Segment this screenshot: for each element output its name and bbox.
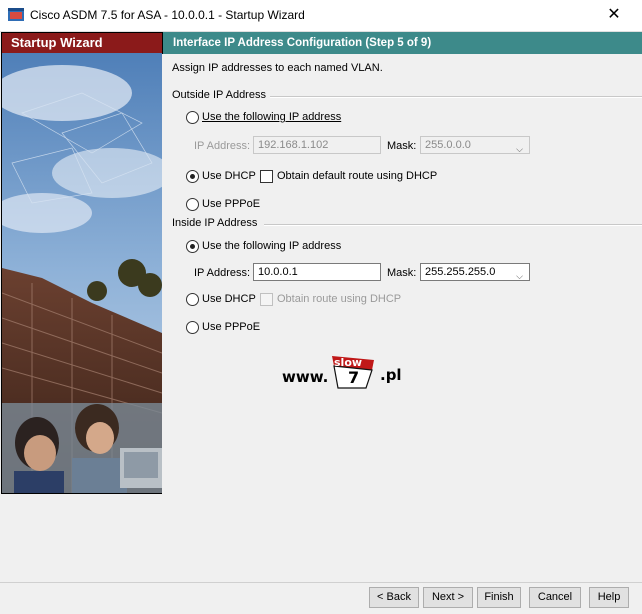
inside-mask-label: Mask: <box>387 267 417 279</box>
step-header: Interface IP Address Configuration (Step… <box>163 32 642 54</box>
inside-use-following-radio[interactable] <box>186 240 199 253</box>
cancel-button[interactable]: Cancel <box>529 587 581 608</box>
inside-dhcp-label[interactable]: Use DHCP <box>202 293 256 305</box>
outside-use-following-radio[interactable] <box>186 111 199 124</box>
outside-pppoe-label[interactable]: Use PPPoE <box>202 198 260 210</box>
close-icon: ✕ <box>607 6 621 23</box>
outside-group-divider <box>270 96 642 98</box>
outside-dhcp-radio[interactable] <box>186 170 199 183</box>
outside-dhcp-route-checkbox[interactable] <box>260 170 273 183</box>
outside-use-following-label[interactable]: Use the following IP address <box>202 111 341 123</box>
outside-dhcp-route-label[interactable]: Obtain default route using DHCP <box>277 170 437 182</box>
inside-pppoe-label[interactable]: Use PPPoE <box>202 321 260 333</box>
watermark-suffix: .pl <box>380 366 402 384</box>
inside-ip-input[interactable]: 10.0.0.1 <box>253 263 381 281</box>
finish-button[interactable]: Finish <box>477 587 521 608</box>
watermark-badge-number: 7 <box>348 368 360 387</box>
inside-dhcp-route-label: Obtain route using DHCP <box>277 293 402 305</box>
title-bar: Cisco ASDM 7.5 for ASA - 10.0.0.1 - Star… <box>0 0 642 32</box>
inside-pppoe-radio[interactable] <box>186 321 199 334</box>
wizard-banner-image <box>2 53 162 493</box>
outside-mask-select[interactable]: 255.0.0.0 ⌵ <box>420 136 530 154</box>
inside-group-divider <box>264 224 642 226</box>
outside-dhcp-label[interactable]: Use DHCP <box>202 170 256 182</box>
inside-mask-select[interactable]: 255.255.255.0 ⌵ <box>420 263 530 281</box>
inside-group-label: Inside IP Address <box>172 217 258 229</box>
window-title: Cisco ASDM 7.5 for ASA - 10.0.0.1 - Star… <box>30 8 305 22</box>
help-button[interactable]: Help <box>589 587 629 608</box>
inside-ip-label: IP Address: <box>194 267 251 279</box>
inside-mask-value: 255.255.255.0 <box>425 266 496 278</box>
asdm-app-icon <box>8 8 24 21</box>
outside-ip-label: IP Address: <box>194 140 251 152</box>
outside-mask-value: 255.0.0.0 <box>425 139 471 151</box>
outside-ip-input[interactable]: 192.168.1.102 <box>253 136 381 154</box>
chevron-down-icon: ⌵ <box>516 271 523 281</box>
step-description: Assign IP addresses to each named VLAN. <box>172 62 383 74</box>
close-window-button[interactable]: ✕ <box>598 4 630 26</box>
inside-dhcp-route-checkbox[interactable] <box>260 293 273 306</box>
outside-group-label: Outside IP Address <box>172 89 266 101</box>
outside-pppoe-radio[interactable] <box>186 198 199 211</box>
sidebar-heading: Startup Wizard <box>2 33 162 53</box>
footer-divider <box>0 582 642 583</box>
watermark-prefix: www. <box>282 368 329 386</box>
wizard-content: Assign IP addresses to each named VLAN. … <box>162 54 642 582</box>
back-button[interactable]: < Back <box>369 587 419 608</box>
inside-use-following-label[interactable]: Use the following IP address <box>202 240 341 252</box>
chevron-down-icon: ⌵ <box>516 144 523 154</box>
next-button[interactable]: Next > <box>423 587 473 608</box>
wizard-sidebar: Startup Wizard <box>1 32 163 494</box>
outside-mask-label: Mask: <box>387 140 417 152</box>
inside-dhcp-radio[interactable] <box>186 293 199 306</box>
